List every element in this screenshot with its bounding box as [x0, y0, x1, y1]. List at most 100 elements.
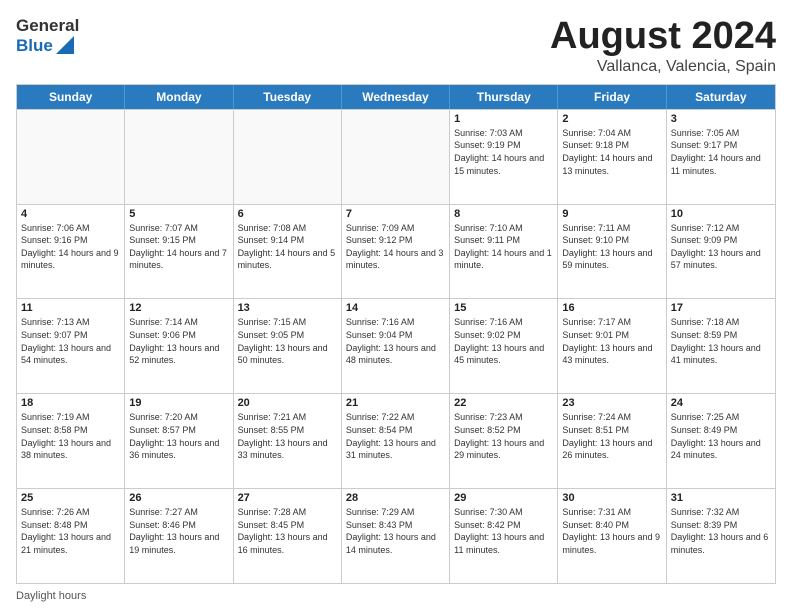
- page-title: August 2024: [550, 16, 776, 58]
- cal-week-2: 4 Sunrise: 7:06 AMSunset: 9:16 PMDaylight…: [17, 204, 775, 299]
- cell-info: Sunrise: 7:22 AMSunset: 8:54 PMDaylight:…: [346, 411, 445, 461]
- day-number: 23: [562, 397, 661, 409]
- cal-cell-23: 23 Sunrise: 7:24 AMSunset: 8:51 PMDayligh…: [558, 394, 666, 488]
- day-number: 7: [346, 208, 445, 220]
- cal-cell-3: 3 Sunrise: 7:05 AMSunset: 9:17 PMDaylight…: [667, 110, 775, 204]
- cal-cell-5: 5 Sunrise: 7:07 AMSunset: 9:15 PMDaylight…: [125, 205, 233, 299]
- cal-cell-2: 2Sunrise: 7:04 AMSunset: 9:18 PMDaylight…: [558, 110, 666, 204]
- cal-cell-19: 19 Sunrise: 7:20 AMSunset: 8:57 PMDayligh…: [125, 394, 233, 488]
- cell-info: Sunrise: 7:09 AMSunset: 9:12 PMDaylight:…: [346, 222, 445, 272]
- page-subtitle: Vallanca, Valencia, Spain: [550, 58, 776, 76]
- cal-cell-1: 1Sunrise: 7:03 AMSunset: 9:19 PMDaylight…: [450, 110, 558, 204]
- calendar-body: 1Sunrise: 7:03 AMSunset: 9:19 PMDaylight…: [17, 109, 775, 583]
- cell-info: Sunrise: 7:28 AMSunset: 8:45 PMDaylight:…: [238, 506, 337, 556]
- logo-blue-row: Blue: [16, 36, 79, 56]
- day-number: 22: [454, 397, 553, 409]
- cal-header-wednesday: Wednesday: [342, 85, 450, 109]
- day-number: 27: [238, 492, 337, 504]
- cell-info: Sunrise: 7:06 AMSunset: 9:16 PMDaylight:…: [21, 222, 120, 272]
- cal-cell-16: 16Sunrise: 7:17 AMSunset: 9:01 PMDayligh…: [558, 299, 666, 393]
- cal-header-friday: Friday: [558, 85, 666, 109]
- day-number: 24: [671, 397, 771, 409]
- cal-cell-7: 7 Sunrise: 7:09 AMSunset: 9:12 PMDaylight…: [342, 205, 450, 299]
- day-number: 18: [21, 397, 120, 409]
- cell-info: Sunrise: 7:15 AMSunset: 9:05 PMDaylight:…: [238, 316, 337, 366]
- cell-info: Sunrise: 7:07 AMSunset: 9:15 PMDaylight:…: [129, 222, 228, 272]
- footer-label: Daylight hours: [16, 590, 86, 602]
- cell-info: Sunrise: 7:13 AMSunset: 9:07 PMDaylight:…: [21, 316, 120, 366]
- cell-info: Sunrise: 7:14 AMSunset: 9:06 PMDaylight:…: [129, 316, 228, 366]
- cal-cell-15: 15 Sunrise: 7:16 AMSunset: 9:02 PMDayligh…: [450, 299, 558, 393]
- cal-header-monday: Monday: [125, 85, 233, 109]
- cell-info: Sunrise: 7:03 AMSunset: 9:19 PMDaylight:…: [454, 127, 553, 177]
- day-number: 20: [238, 397, 337, 409]
- cell-info: Sunrise: 7:25 AMSunset: 8:49 PMDaylight:…: [671, 411, 771, 461]
- cell-info: Sunrise: 7:12 AMSunset: 9:09 PMDaylight:…: [671, 222, 771, 272]
- cal-week-3: 11 Sunrise: 7:13 AMSunset: 9:07 PMDayligh…: [17, 298, 775, 393]
- day-number: 21: [346, 397, 445, 409]
- cell-info: Sunrise: 7:16 AMSunset: 9:04 PMDaylight:…: [346, 316, 445, 366]
- logo-triangle-icon: [56, 36, 74, 54]
- cal-cell-26: 26Sunrise: 7:27 AMSunset: 8:46 PMDayligh…: [125, 489, 233, 583]
- day-number: 13: [238, 302, 337, 314]
- cal-header-tuesday: Tuesday: [234, 85, 342, 109]
- cell-info: Sunrise: 7:31 AMSunset: 8:40 PMDaylight:…: [562, 506, 661, 556]
- cal-cell-14: 14Sunrise: 7:16 AMSunset: 9:04 PMDayligh…: [342, 299, 450, 393]
- cal-cell-17: 17Sunrise: 7:18 AMSunset: 8:59 PMDayligh…: [667, 299, 775, 393]
- day-number: 11: [21, 302, 120, 314]
- cell-info: Sunrise: 7:11 AMSunset: 9:10 PMDaylight:…: [562, 222, 661, 272]
- cal-header-thursday: Thursday: [450, 85, 558, 109]
- cal-cell-13: 13 Sunrise: 7:15 AMSunset: 9:05 PMDayligh…: [234, 299, 342, 393]
- day-number: 3: [671, 113, 771, 125]
- page: General Blue August 2024 Vallanca, Valen…: [0, 0, 792, 612]
- logo-general: General: [16, 16, 79, 36]
- cal-week-5: 25 Sunrise: 7:26 AMSunset: 8:48 PMDayligh…: [17, 488, 775, 583]
- day-number: 12: [129, 302, 228, 314]
- cal-cell-31: 31 Sunrise: 7:32 AMSunset: 8:39 PMDayligh…: [667, 489, 775, 583]
- cal-cell-empty-1: [125, 110, 233, 204]
- cell-info: Sunrise: 7:21 AMSunset: 8:55 PMDaylight:…: [238, 411, 337, 461]
- cell-info: Sunrise: 7:23 AMSunset: 8:52 PMDaylight:…: [454, 411, 553, 461]
- day-number: 17: [671, 302, 771, 314]
- day-number: 31: [671, 492, 771, 504]
- cell-info: Sunrise: 7:32 AMSunset: 8:39 PMDaylight:…: [671, 506, 771, 556]
- cell-info: Sunrise: 7:04 AMSunset: 9:18 PMDaylight:…: [562, 127, 661, 177]
- day-number: 4: [21, 208, 120, 220]
- cal-cell-4: 4 Sunrise: 7:06 AMSunset: 9:16 PMDaylight…: [17, 205, 125, 299]
- cell-info: Sunrise: 7:27 AMSunset: 8:46 PMDaylight:…: [129, 506, 228, 556]
- cal-cell-10: 10Sunrise: 7:12 AMSunset: 9:09 PMDayligh…: [667, 205, 775, 299]
- cal-cell-9: 9 Sunrise: 7:11 AMSunset: 9:10 PMDaylight…: [558, 205, 666, 299]
- cal-cell-8: 8 Sunrise: 7:10 AMSunset: 9:11 PMDaylight…: [450, 205, 558, 299]
- cal-week-4: 18Sunrise: 7:19 AMSunset: 8:58 PMDayligh…: [17, 393, 775, 488]
- cell-info: Sunrise: 7:16 AMSunset: 9:02 PMDaylight:…: [454, 316, 553, 366]
- day-number: 28: [346, 492, 445, 504]
- cal-cell-24: 24 Sunrise: 7:25 AMSunset: 8:49 PMDayligh…: [667, 394, 775, 488]
- day-number: 30: [562, 492, 661, 504]
- day-number: 9: [562, 208, 661, 220]
- calendar-header-row: SundayMondayTuesdayWednesdayThursdayFrid…: [17, 85, 775, 109]
- cell-info: Sunrise: 7:17 AMSunset: 9:01 PMDaylight:…: [562, 316, 661, 366]
- header: General Blue August 2024 Vallanca, Valen…: [16, 16, 776, 76]
- day-number: 5: [129, 208, 228, 220]
- day-number: 8: [454, 208, 553, 220]
- cell-info: Sunrise: 7:24 AMSunset: 8:51 PMDaylight:…: [562, 411, 661, 461]
- cell-info: Sunrise: 7:08 AMSunset: 9:14 PMDaylight:…: [238, 222, 337, 272]
- cal-cell-11: 11 Sunrise: 7:13 AMSunset: 9:07 PMDayligh…: [17, 299, 125, 393]
- cal-cell-25: 25 Sunrise: 7:26 AMSunset: 8:48 PMDayligh…: [17, 489, 125, 583]
- cell-info: Sunrise: 7:20 AMSunset: 8:57 PMDaylight:…: [129, 411, 228, 461]
- day-number: 15: [454, 302, 553, 314]
- day-number: 25: [21, 492, 120, 504]
- cell-info: Sunrise: 7:10 AMSunset: 9:11 PMDaylight:…: [454, 222, 553, 272]
- cell-info: Sunrise: 7:26 AMSunset: 8:48 PMDaylight:…: [21, 506, 120, 556]
- cal-cell-6: 6 Sunrise: 7:08 AMSunset: 9:14 PMDaylight…: [234, 205, 342, 299]
- cell-info: Sunrise: 7:05 AMSunset: 9:17 PMDaylight:…: [671, 127, 771, 177]
- cal-week-1: 1Sunrise: 7:03 AMSunset: 9:19 PMDaylight…: [17, 109, 775, 204]
- cal-cell-22: 22 Sunrise: 7:23 AMSunset: 8:52 PMDayligh…: [450, 394, 558, 488]
- cal-header-sunday: Sunday: [17, 85, 125, 109]
- day-number: 19: [129, 397, 228, 409]
- day-number: 6: [238, 208, 337, 220]
- cal-header-saturday: Saturday: [667, 85, 775, 109]
- cal-cell-empty-0: [17, 110, 125, 204]
- cell-info: Sunrise: 7:29 AMSunset: 8:43 PMDaylight:…: [346, 506, 445, 556]
- logo: General Blue: [16, 16, 79, 55]
